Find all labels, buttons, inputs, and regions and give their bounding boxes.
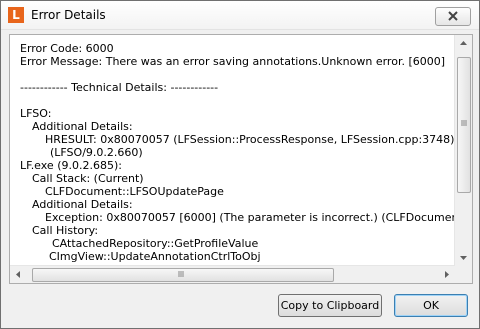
detail-line: HRESULT: 0x80070057 (LFSession::ProcessR… <box>45 133 455 146</box>
detail-line: LFSO: <box>20 107 52 120</box>
horizontal-scroll-thumb[interactable] <box>32 268 334 282</box>
copy-to-clipboard-button[interactable]: Copy to Clipboard <box>278 294 382 317</box>
grip-icon <box>178 271 184 277</box>
arrow-right-icon <box>445 271 449 278</box>
app-logo-icon: L <box>8 7 24 23</box>
detail-line: Error Message: There was an error saving… <box>20 55 446 68</box>
close-icon <box>448 11 458 21</box>
vertical-scrollbar[interactable] <box>454 35 472 266</box>
detail-line: Additional Details: <box>32 120 133 133</box>
detail-line: Exception: 0x80070057 [6000] (The parame… <box>45 211 455 224</box>
scroll-up-button[interactable] <box>455 35 472 52</box>
detail-line: CLFDocument::LFSOUpdatePage <box>45 185 224 198</box>
scrollbar-corner <box>455 266 472 283</box>
detail-line: Call History: <box>32 224 99 237</box>
ok-button[interactable]: OK <box>394 294 468 317</box>
detail-line: ------------ Technical Details: --------… <box>20 81 219 94</box>
scroll-right-button[interactable] <box>438 266 455 283</box>
arrow-up-icon <box>460 41 467 45</box>
grip-icon <box>461 120 467 126</box>
scroll-left-button[interactable] <box>10 266 27 283</box>
detail-line: (LFSO/9.0.2.660) <box>50 146 143 159</box>
title-bar[interactable]: L Error Details <box>1 1 479 30</box>
vertical-scroll-thumb[interactable] <box>457 57 471 193</box>
error-details-dialog: L Error Details Error Code: 6000 Error M… <box>0 0 480 329</box>
dialog-title: Error Details <box>31 8 106 22</box>
arrow-left-icon <box>16 271 20 278</box>
detail-line: CImgView::UpdateAnnotationCtrlToObj <box>49 250 261 263</box>
detail-line: CAttachedRepository::GetProfileValue <box>52 237 259 250</box>
horizontal-scrollbar[interactable] <box>10 265 455 283</box>
detail-line: Error Code: 6000 <box>20 42 114 55</box>
details-content: Error Code: 6000 Error Message: There wa… <box>10 35 455 266</box>
detail-line: Call Stack: (Current) <box>32 172 144 185</box>
scroll-down-button[interactable] <box>455 249 472 266</box>
details-text-area[interactable]: Error Code: 6000 Error Message: There wa… <box>9 34 473 284</box>
arrow-down-icon <box>460 256 467 260</box>
detail-line: LF.exe (9.0.2.685): <box>20 159 122 172</box>
close-button[interactable] <box>435 7 471 26</box>
detail-line: Additional Details: <box>32 198 133 211</box>
